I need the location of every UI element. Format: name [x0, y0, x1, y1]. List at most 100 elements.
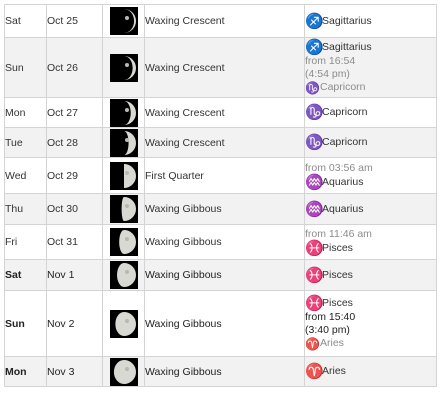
calendar-row: Tue Oct 28 Waxing Crescent ♑Capricorn: [4, 127, 437, 158]
calendar-row: Sat Nov 1 Waxing Gibbous ♓Pisces: [4, 259, 437, 291]
zodiac-sign: ♑Capricorn: [305, 135, 436, 150]
day-of-week: Wed: [4, 157, 47, 194]
aquarius-icon: ♒: [305, 173, 324, 191]
moon-phase-icon: [109, 7, 138, 35]
calendar-row: Fri Oct 31 Waxing Gibbous from 11:46 am ♓Pis…: [4, 224, 437, 260]
calendar-row: Mon Nov 3 Waxing Gibbous ♈Aries: [4, 356, 437, 387]
phase-name: Waxing Crescent: [144, 37, 305, 98]
moon-phase-icon: [109, 98, 138, 127]
zodiac-sign: ♓Pisces: [305, 296, 436, 311]
phase-name: Waxing Gibbous: [144, 193, 305, 225]
aries-icon: ♈: [305, 336, 320, 351]
zodiac-name: Capricorn: [322, 106, 368, 118]
zodiac-name: Aries: [322, 365, 346, 377]
sign-change-time-12h: (4:54 pm): [305, 67, 350, 80]
moon-phase-icon: [109, 53, 138, 82]
zodiac-sign: ♒Aquarius: [305, 202, 436, 217]
date-cell: Nov 2: [46, 290, 103, 357]
zodiac-sign: ♈Aries: [305, 364, 436, 379]
aries-icon: ♈: [305, 363, 324, 380]
zodiac-cell: ♐Sagittarius from 16:54 (4:54 pm) ♑Capricor…: [304, 37, 437, 98]
moon-phase-cell: [102, 290, 145, 357]
zodiac-sign: ♓Pisces: [305, 268, 436, 283]
sign-change-time: from 16:54: [305, 54, 356, 67]
date-cell: Oct 29: [46, 157, 103, 194]
capricorn-icon: ♑: [305, 104, 324, 121]
sign-change-time: from 03:56 am: [305, 161, 373, 174]
zodiac-name: Pisces: [322, 242, 353, 254]
phase-name: Waxing Gibbous: [144, 259, 305, 291]
moon-phase-cell: [102, 224, 145, 260]
zodiac-cell: ♓Pisces: [304, 259, 437, 291]
zodiac-name: Capricorn: [322, 136, 368, 148]
calendar-row: Mon Oct 27 Waxing Crescent ♑Capricorn: [4, 97, 437, 128]
sagittarius-icon: ♐: [305, 12, 324, 30]
date-cell: Oct 28: [46, 127, 103, 158]
pisces-icon: ♓: [305, 294, 324, 312]
moon-phase-cell: [102, 4, 145, 38]
zodiac-cell: ♑Capricorn: [304, 127, 437, 158]
moon-phase-icon: [109, 161, 138, 190]
date-cell: Oct 31: [46, 224, 103, 260]
phase-name: Waxing Gibbous: [144, 290, 305, 357]
zodiac-name: Aries: [320, 336, 344, 349]
day-of-week: Mon: [4, 97, 47, 128]
zodiac-sign: ♓Pisces: [305, 241, 436, 256]
date-cell: Oct 26: [46, 37, 103, 98]
moon-phase-icon: [109, 357, 138, 386]
zodiac-sign: ♑Capricorn: [305, 105, 436, 120]
calendar-row: Sun Nov 2 Waxing Gibbous ♓Pisces from 15:40(…: [4, 290, 437, 357]
zodiac-cell: ♈Aries: [304, 356, 437, 387]
sign-change-time: from 11:46 am: [305, 228, 372, 240]
day-of-week: Sat: [4, 259, 47, 291]
moon-calendar-body: Sat Oct 25 Waxing Crescent ♐Sagittarius Sun O…: [4, 4, 437, 387]
zodiac-name: Sagittarius: [322, 14, 372, 27]
calendar-row: Wed Oct 29 First Quarter from 03:56 am ♒Aqua…: [4, 157, 437, 194]
zodiac-cell: ♑Capricorn: [304, 97, 437, 128]
date-cell: Oct 25: [46, 4, 103, 38]
zodiac-cell: from 11:46 am ♓Pisces: [304, 224, 437, 260]
calendar-row: Sat Oct 25 Waxing Crescent ♐Sagittarius: [4, 4, 437, 38]
phase-name: Waxing Gibbous: [144, 224, 305, 260]
moon-phase-icon: [109, 309, 138, 338]
zodiac-name: Pisces: [322, 268, 353, 281]
date-cell: Nov 3: [46, 356, 103, 387]
zodiac-cell: ♓Pisces from 15:40 (3:40 pm) ♈Aries: [304, 290, 437, 357]
moon-phase-cell: [102, 37, 145, 98]
zodiac-name: Aquarius: [322, 175, 364, 188]
sagittarius-icon: ♐: [305, 38, 324, 56]
calendar-row: Thu Oct 30 Waxing Gibbous ♒Aquarius: [4, 193, 437, 225]
day-of-week: Mon: [4, 356, 47, 387]
phase-name: First Quarter: [144, 157, 305, 194]
phase-name: Waxing Gibbous: [144, 356, 305, 387]
moon-phase-cell: [102, 259, 145, 291]
moon-phase-cell: [102, 193, 145, 225]
sign-change-time: from 15:40: [305, 310, 356, 323]
date-cell: Oct 30: [46, 193, 103, 225]
day-of-week: Tue: [4, 127, 47, 158]
day-of-week: Sun: [4, 37, 47, 98]
zodiac-cell: ♒Aquarius: [304, 193, 437, 225]
zodiac-sign: ♒Aquarius: [305, 175, 436, 190]
moon-phase-icon: [109, 228, 138, 256]
moon-phase-cell: [102, 97, 145, 128]
day-of-week: Fri: [4, 224, 47, 260]
moon-phase-cell: [102, 157, 145, 194]
moon-phase-cell: [102, 356, 145, 387]
day-of-week: Sun: [4, 290, 47, 357]
zodiac-sign: ♐Sagittarius: [305, 40, 436, 55]
moon-phase-cell: [102, 127, 145, 158]
date-cell: Oct 27: [46, 97, 103, 128]
zodiac-name: Sagittarius: [322, 40, 372, 53]
phase-name: Waxing Crescent: [144, 97, 305, 128]
phase-name: Waxing Crescent: [144, 127, 305, 158]
moon-phase-icon: [109, 261, 138, 289]
zodiac-cell: ♐Sagittarius: [304, 4, 437, 38]
day-of-week: Thu: [4, 193, 47, 225]
moon-phase-icon: [109, 128, 138, 157]
zodiac-sign: ♈Aries: [305, 337, 436, 352]
moon-calendar-table: Sat Oct 25 Waxing Crescent ♐Sagittarius Sun O…: [4, 4, 437, 387]
zodiac-cell: from 03:56 am ♒Aquarius: [304, 157, 437, 194]
capricorn-icon: ♑: [305, 134, 324, 151]
sign-change-time-12h: (3:40 pm): [305, 323, 350, 336]
